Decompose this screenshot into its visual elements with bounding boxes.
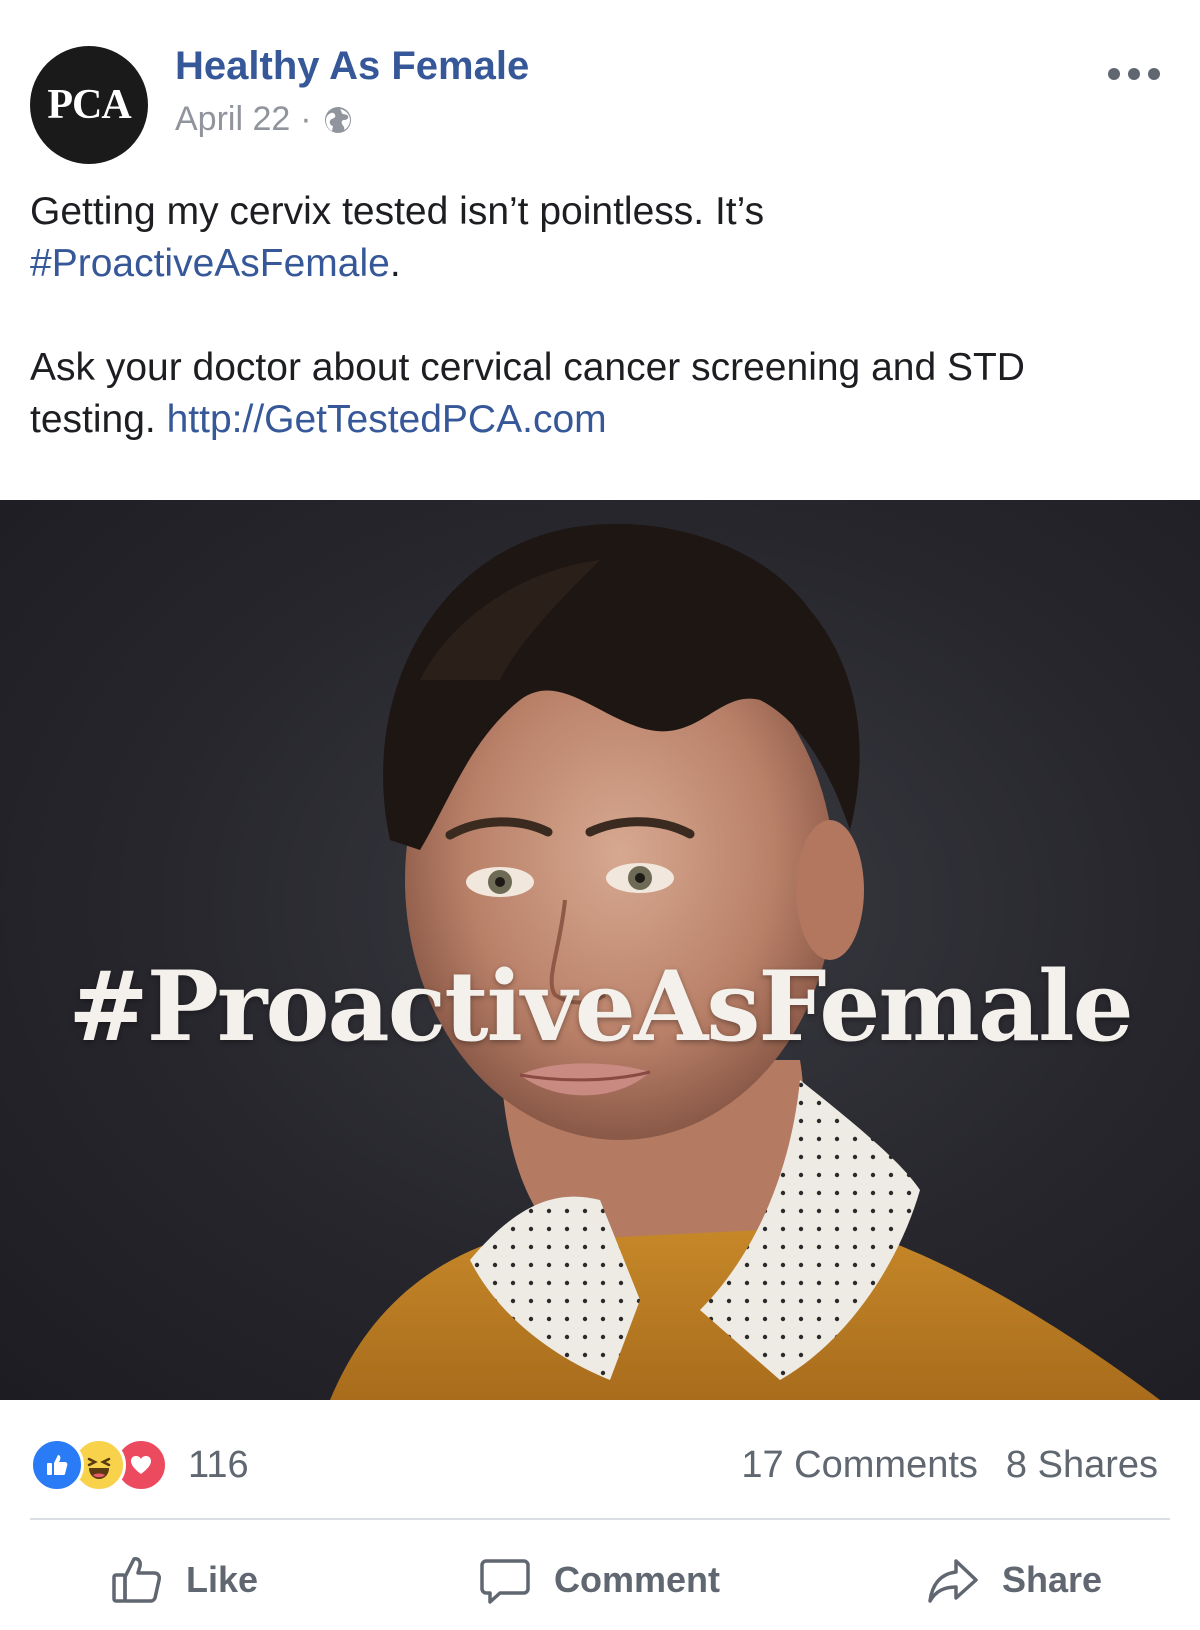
post-message: Getting my cervix tested isn’t pointless… — [30, 186, 1160, 446]
post-paragraph-1: Getting my cervix tested isn’t pointless… — [30, 186, 1160, 290]
hashtag-link[interactable]: #ProactiveAsFemale — [30, 242, 390, 285]
hashtag-suffix: . — [389, 242, 401, 285]
facebook-post: PCA Healthy As Female April 22 · Getting… — [0, 0, 1200, 1630]
reactions-summary[interactable]: 116 — [30, 1438, 249, 1492]
post-paragraph-2: Ask your doctor about cervical cancer sc… — [30, 342, 1160, 446]
thumbs-up-icon — [110, 1553, 164, 1607]
comments-count-link[interactable]: 17 Comments — [741, 1444, 978, 1487]
image-overlay-hashtag: #ProactiveAsFemale — [68, 950, 1133, 1063]
like-button[interactable]: Like — [110, 1530, 258, 1630]
actions-divider — [30, 1518, 1170, 1520]
share-label: Share — [1002, 1559, 1103, 1600]
shares-count-link[interactable]: 8 Shares — [1006, 1444, 1158, 1487]
more-options-icon[interactable] — [1108, 68, 1160, 80]
like-label: Like — [186, 1559, 259, 1600]
reaction-count: 116 — [188, 1443, 249, 1486]
comment-bubble-icon — [478, 1553, 532, 1607]
post-action-bar: Like Comment Share — [0, 1530, 1200, 1630]
avatar-logo-text: PCA — [47, 82, 131, 128]
external-url-link[interactable]: http://GetTestedPCA.com — [167, 398, 607, 441]
meta-separator: · — [300, 100, 312, 138]
comment-button[interactable]: Comment — [478, 1530, 720, 1630]
globe-icon — [322, 104, 354, 136]
page-avatar[interactable]: PCA — [30, 46, 148, 164]
engagement-counts: 17 Comments 8 Shares — [741, 1444, 1158, 1487]
page-name-link[interactable]: Healthy As Female — [175, 44, 529, 89]
post-meta: April 22 · — [175, 100, 354, 139]
like-reaction-icon — [30, 1438, 84, 1492]
post-line-1: Getting my cervix tested isn’t pointless… — [30, 190, 765, 233]
share-button[interactable]: Share — [926, 1530, 1102, 1630]
comment-label: Comment — [554, 1559, 721, 1600]
post-date[interactable]: April 22 — [175, 100, 290, 139]
share-arrow-icon — [926, 1553, 980, 1607]
